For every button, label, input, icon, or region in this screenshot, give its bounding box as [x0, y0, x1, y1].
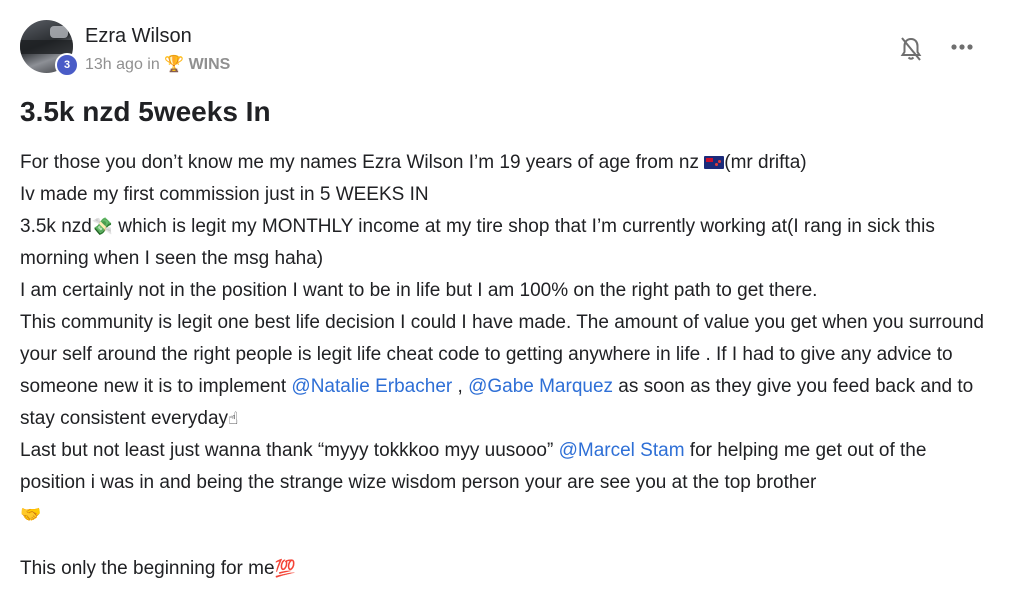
bell-off-icon[interactable] — [900, 36, 922, 62]
mention-link[interactable]: @Gabe Marquez — [468, 376, 613, 397]
post-body: For those you don’t know me my names Ezr… — [20, 147, 990, 585]
mention-link[interactable]: @Natalie Erbacher — [291, 376, 452, 397]
paragraph: For those you don’t know me my names Ezr… — [20, 147, 990, 179]
post-meta: 13h ago in 🏆 WINS — [85, 54, 230, 74]
money-wings-icon: 💸 — [91, 217, 113, 236]
author-name[interactable]: Ezra Wilson — [85, 25, 192, 48]
paragraph: I am certainly not in the position I wan… — [20, 280, 818, 301]
trophy-icon: 🏆 — [164, 56, 185, 73]
category-link[interactable]: WINS — [189, 56, 231, 73]
mention-link[interactable]: @Marcel Stam — [559, 440, 685, 461]
nz-flag-icon — [704, 156, 725, 169]
text: , — [452, 376, 469, 397]
text: (mr drifta) — [724, 152, 807, 173]
text: Last but not least just wanna thank “myy… — [20, 440, 559, 461]
text: 3.5k nzd — [20, 216, 92, 237]
post-time: 13h ago — [85, 56, 143, 73]
post-title: 3.5k nzd 5weeks In — [20, 96, 271, 127]
paragraph: Last but not least just wanna thank “myy… — [20, 435, 990, 499]
in-label: in — [147, 56, 160, 73]
text: For those you don’t know me my names Ezr… — [20, 152, 705, 173]
hundred-points-icon: 💯 — [274, 559, 296, 578]
paragraph: Iv made my first commission just in 5 WE… — [20, 184, 429, 205]
paragraph: 🤝 — [20, 499, 990, 531]
level-badge: 3 — [55, 53, 79, 77]
text: which is legit my MONTHLY income at my t… — [20, 216, 935, 269]
more-dots-icon[interactable] — [950, 42, 974, 52]
text: This only the beginning for me — [20, 558, 275, 579]
paragraph: This community is legit one best life de… — [20, 307, 990, 435]
paragraph: This only the beginning for me💯 — [20, 553, 990, 585]
post-header: 3 Ezra Wilson 13h ago in 🏆 WINS — [20, 18, 996, 78]
paragraph: 3.5k nzd💸 which is legit my MONTHLY inco… — [20, 211, 990, 275]
pointing-up-icon: ☝ — [228, 409, 239, 428]
handshake-icon: 🤝 — [20, 505, 42, 524]
